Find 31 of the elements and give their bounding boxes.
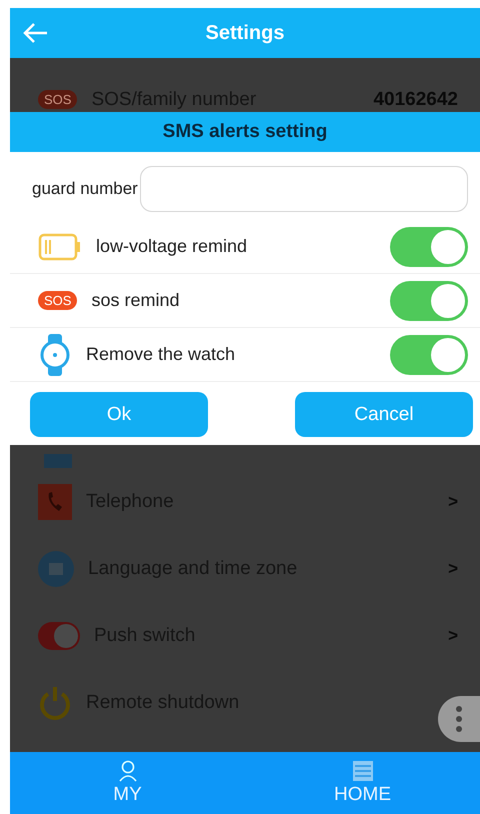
power-icon [38,684,72,720]
chevron: > [448,558,458,578]
toggle-switch[interactable] [390,226,468,266]
battery-icon [38,232,82,260]
nav-tab[interactable]: MY [10,752,245,814]
person-icon [118,760,138,782]
toggle-switch[interactable] [390,280,468,320]
globe-icon [38,550,74,586]
square-icon [44,454,72,468]
toggle-label: low-voltage remind [96,236,248,257]
nav-tab[interactable]: HOME [245,752,480,814]
grid-icon [352,760,374,782]
toggle-label: Remove the watch [86,344,236,365]
toggle-label: sos remind [91,290,180,311]
more-button[interactable] [438,696,480,742]
header-title: Settings [206,22,284,44]
toggle-icon [38,622,80,650]
phone-icon [38,484,72,520]
guard-number-field[interactable] [140,166,468,212]
back-arrow-icon[interactable] [22,21,48,45]
dialog-button[interactable]: Cancel [295,392,473,437]
sos-badge: SOS [38,291,78,310]
field-label: guard number [32,179,138,199]
dialog-title: SMS alerts setting [10,112,480,152]
chevron: > [448,492,458,512]
chevron: > [448,626,458,646]
watch-icon [38,334,72,376]
more-icon [456,706,462,732]
dialog-button[interactable]: Ok [30,392,208,437]
toggle-switch[interactable] [390,334,468,374]
sos-badge: SOS [38,90,78,109]
